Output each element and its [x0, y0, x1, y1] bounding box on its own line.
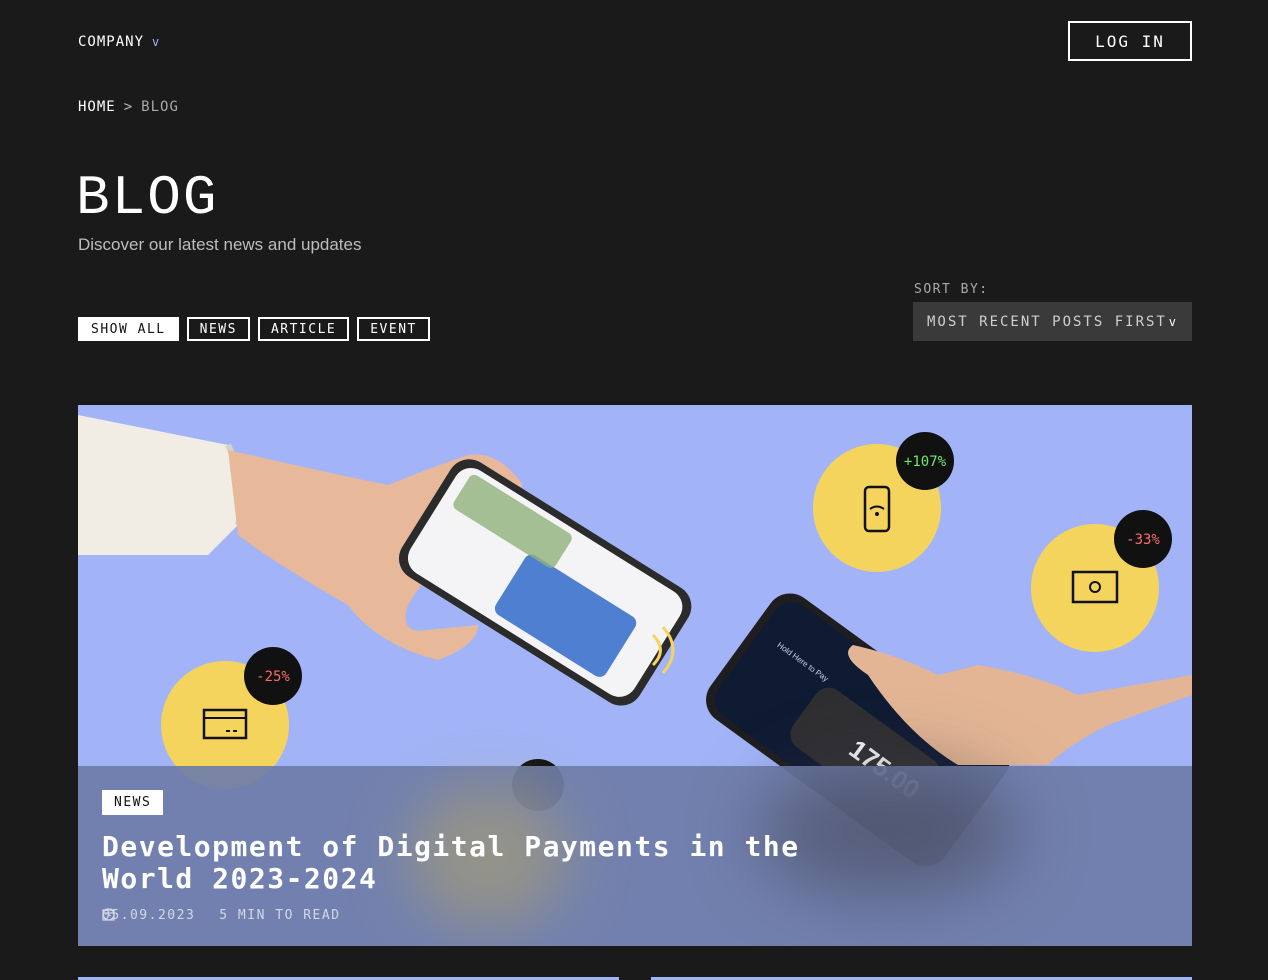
- breadcrumb-current: BLOG: [141, 99, 179, 115]
- badge-negative-33: -33%: [1126, 532, 1160, 548]
- page-subtitle: Discover our latest news and updates: [78, 235, 362, 254]
- page-title: BLOG: [76, 166, 219, 230]
- clock-icon: [102, 908, 115, 921]
- breadcrumb-home-link[interactable]: HOME: [78, 99, 116, 115]
- post-read-time: 5 MIN TO READ: [219, 908, 341, 923]
- featured-post-overlay: NEWS Development of Digital Payments in …: [78, 766, 1192, 946]
- filter-news-button[interactable]: NEWS: [186, 317, 250, 341]
- sort-label: SORT BY:: [914, 282, 989, 297]
- company-menu[interactable]: COMPANY v: [78, 34, 160, 50]
- badge-positive-107: +107%: [904, 454, 947, 470]
- sort-select-value: MOST RECENT POSTS FIRST: [927, 313, 1167, 330]
- filter-article-button[interactable]: ARTICLE: [257, 317, 350, 341]
- post-date: 05.09.2023: [102, 908, 196, 923]
- post-tag-badge[interactable]: NEWS: [102, 790, 164, 815]
- post-meta: 05.09.2023 5 MIN TO READ: [102, 908, 341, 923]
- filter-bar: SHOW ALL NEWS ARTICLE EVENT: [78, 317, 430, 341]
- company-menu-label: COMPANY: [78, 34, 145, 50]
- sort-select[interactable]: MOST RECENT POSTS FIRST v: [913, 302, 1192, 341]
- chevron-down-icon: v: [152, 35, 161, 49]
- breadcrumb: HOME > BLOG: [78, 99, 179, 115]
- featured-post-card[interactable]: 175.00 Hold Here to Pay +107% -33%: [78, 405, 1192, 946]
- filter-show-all-button[interactable]: SHOW ALL: [78, 317, 179, 341]
- badge-negative-25: -25%: [256, 669, 290, 685]
- login-button[interactable]: LOG IN: [1068, 21, 1192, 61]
- chevron-down-icon: v: [1168, 314, 1178, 329]
- filter-event-button[interactable]: EVENT: [357, 317, 430, 341]
- featured-post-title[interactable]: Development of Digital Payments in the W…: [102, 831, 802, 895]
- breadcrumb-separator: >: [123, 99, 134, 115]
